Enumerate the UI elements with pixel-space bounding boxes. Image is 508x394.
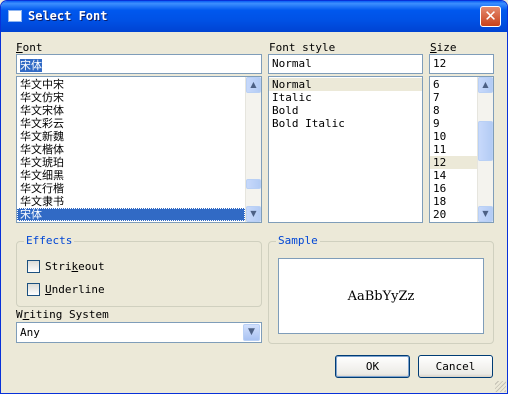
size-list-item[interactable]: 9	[430, 117, 477, 130]
font-style-list[interactable]: Normal Italic Bold Bold Italic	[268, 76, 423, 223]
font-list-item[interactable]: 宋体	[17, 208, 245, 221]
scroll-thumb[interactable]	[246, 179, 261, 189]
effects-group	[16, 241, 262, 307]
sample-text: AaBbYyZz	[347, 289, 415, 304]
font-style-list-item[interactable]: Normal	[269, 78, 422, 91]
scroll-up-icon[interactable]: ▲	[478, 77, 493, 93]
font-list-item[interactable]: 华文细黑	[17, 169, 245, 182]
font-list-item[interactable]: 华文中宋	[17, 78, 245, 91]
size-list-item[interactable]: 10	[430, 130, 477, 143]
window-icon	[8, 10, 22, 22]
font-list-scrollbar[interactable]: ▲ ▼	[245, 77, 261, 222]
font-list-item[interactable]: 华文隶书	[17, 195, 245, 208]
scroll-thumb[interactable]	[478, 121, 493, 161]
sample-title: Sample	[276, 234, 320, 247]
font-list-item[interactable]: 华文新魏	[17, 130, 245, 143]
size-label: Size	[430, 41, 457, 54]
writing-system-select[interactable]: Any ▼	[16, 322, 262, 343]
size-list-item[interactable]: 6	[430, 78, 477, 91]
sample-preview: AaBbYyZz	[278, 258, 484, 334]
font-style-input[interactable]: Normal	[268, 54, 423, 74]
size-list-item[interactable]: 7	[430, 91, 477, 104]
font-list[interactable]: 华文中宋 华文仿宋 华文宋体 华文彩云 华文新魏 华文楷体 华文琥珀 华文细黑 华文行楷 华文隶书…	[16, 76, 262, 223]
close-button[interactable]: ✕	[480, 6, 501, 27]
ok-button[interactable]: OK	[335, 355, 410, 378]
strikeout-label[interactable]: Strikeout	[45, 260, 105, 273]
size-list-item[interactable]: 12	[430, 156, 477, 169]
font-label: Font	[16, 41, 43, 54]
writing-system-value: Any	[20, 326, 40, 339]
effects-title: Effects	[24, 234, 75, 247]
cancel-button[interactable]: Cancel	[418, 355, 493, 378]
title-bar[interactable]: Select Font ✕	[1, 1, 507, 32]
underline-label[interactable]: Underline	[45, 283, 105, 296]
underline-checkbox[interactable]	[27, 283, 40, 296]
writing-system-label: Writing System	[16, 308, 109, 321]
scroll-down-icon[interactable]: ▼	[478, 206, 493, 222]
font-name-input[interactable]: 宋体	[16, 54, 262, 74]
size-list-item[interactable]: 11	[430, 143, 477, 156]
font-style-list-item[interactable]: Bold Italic	[269, 117, 422, 130]
font-list-item[interactable]: 华文彩云	[17, 117, 245, 130]
font-list-item[interactable]: 华文仿宋	[17, 91, 245, 104]
window-title: Select Font	[28, 9, 108, 23]
size-list[interactable]: 6 7 8 9 10 11 12 14 16 18 20 ▲ ▼	[429, 76, 494, 223]
strikeout-checkbox[interactable]	[27, 260, 40, 273]
size-list-item[interactable]: 16	[430, 182, 477, 195]
size-input[interactable]: 12	[429, 54, 494, 74]
close-icon: ✕	[484, 7, 497, 25]
scroll-down-icon[interactable]: ▼	[246, 206, 261, 222]
font-list-item[interactable]: 华文宋体	[17, 104, 245, 117]
size-list-item[interactable]: 8	[430, 104, 477, 117]
scroll-up-icon[interactable]: ▲	[246, 77, 261, 93]
size-list-scrollbar[interactable]: ▲ ▼	[477, 77, 493, 222]
select-font-dialog: Select Font ✕ Font 宋体 华文中宋 华文仿宋 华文宋体 华文彩云 华文…	[0, 0, 508, 394]
font-name-value: 宋体	[20, 59, 42, 72]
chevron-down-icon[interactable]: ▼	[243, 324, 260, 341]
font-style-label: Font style	[269, 41, 336, 54]
size-list-item[interactable]: 14	[430, 169, 477, 182]
size-list-item[interactable]: 20	[430, 208, 477, 221]
size-list-item[interactable]: 18	[430, 195, 477, 208]
font-list-item[interactable]: 华文楷体	[17, 143, 245, 156]
dialog-body: Font 宋体 华文中宋 华文仿宋 华文宋体 华文彩云 华文新魏 华文楷体 华文琥珀 华文细黑…	[4, 32, 504, 390]
font-list-item[interactable]: 华文琥珀	[17, 156, 245, 169]
font-style-list-item[interactable]: Italic	[269, 91, 422, 104]
font-style-list-item[interactable]: Bold	[269, 104, 422, 117]
resize-grip-icon[interactable]	[495, 381, 506, 392]
font-list-item[interactable]: 华文行楷	[17, 182, 245, 195]
